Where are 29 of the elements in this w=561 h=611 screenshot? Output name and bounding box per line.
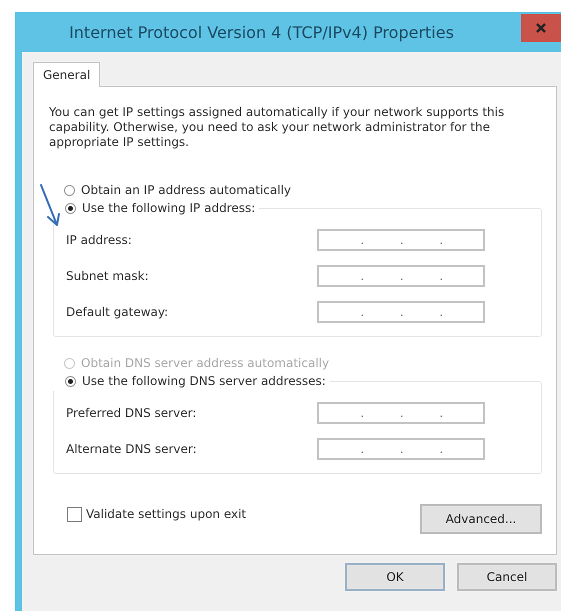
dialog-button[interactable]: Cancel	[457, 563, 557, 591]
window-title: Internet Protocol Version 4 (TCP/IPv4) Properties	[68, 22, 455, 42]
close-icon	[535, 22, 547, 34]
ip-address-field[interactable]: . . .	[317, 301, 485, 323]
checkbox-label: Validate settings upon exit	[86, 507, 246, 521]
ip-address-field[interactable]: . . .	[317, 438, 485, 460]
radio-button[interactable]	[65, 202, 76, 214]
field-label: Preferred DNS server:	[66, 406, 196, 420]
ip-address-field[interactable]: . . .	[317, 229, 485, 251]
radio-option[interactable]: Obtain an IP address automatically	[49, 180, 542, 200]
checkbox[interactable]	[67, 506, 82, 522]
radio-button[interactable]	[65, 376, 76, 386]
advanced-button[interactable]: Advanced...	[420, 504, 542, 534]
field-label: Subnet mask:	[66, 269, 149, 283]
tab[interactable]: General	[33, 62, 100, 87]
field-label: IP address:	[66, 233, 132, 247]
radio-label: Use the following DNS server addresses:	[82, 374, 326, 388]
ip-address-field[interactable]: . . .	[317, 402, 485, 424]
dialog-button[interactable]: OK	[345, 563, 445, 591]
ip-address-field[interactable]: . . .	[317, 265, 485, 287]
radio-label: Obtain DNS server address automatically	[81, 356, 330, 370]
close-button[interactable]	[521, 14, 561, 42]
field-label: Alternate DNS server:	[66, 442, 197, 456]
intro-text: You can get IP settings assigned automatically if your network supports this capability. Otherwise, you need to ask your network administrator for the appropriate IP settings.	[49, 105, 506, 150]
radio-label: Obtain an IP address automatically	[81, 183, 292, 197]
checkbox-option[interactable]: Validate settings upon exit	[67, 506, 246, 522]
radio-label: Use the following IP address:	[82, 201, 256, 215]
field-label: Default gateway:	[66, 305, 168, 319]
radio-button[interactable]	[64, 184, 75, 196]
